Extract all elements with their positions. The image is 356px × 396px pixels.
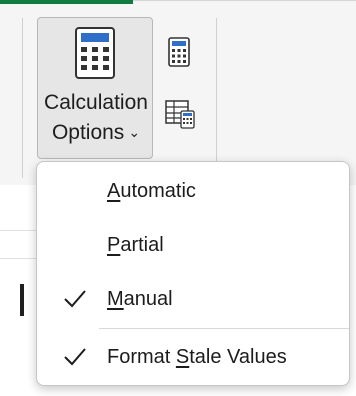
- calculation-options-label-text: Options: [51, 121, 125, 144]
- menu-item-label: Manual: [107, 288, 173, 310]
- text-cursor: [20, 284, 24, 316]
- calculation-options-menu: Automatic Partial Manual Format Stale Va…: [36, 161, 350, 386]
- access-key: A: [107, 180, 121, 202]
- calculation-options-button[interactable]: Calculation Options ⌄: [37, 17, 153, 159]
- active-tab-indicator: [0, 0, 133, 4]
- ribbon-top-border: [133, 0, 356, 1]
- menu-item-label: Format Stale Values: [107, 346, 287, 368]
- menu-separator: [99, 328, 349, 329]
- menu-item-partial[interactable]: Partial: [37, 225, 349, 265]
- ribbon-separator: [22, 18, 23, 178]
- grid-line: [0, 230, 36, 231]
- menu-item-label: Automatic: [107, 180, 196, 202]
- access-key: S: [175, 346, 190, 368]
- access-key: M: [107, 288, 124, 310]
- menu-item-label: Partial: [107, 234, 164, 256]
- calculator-small-icon: [168, 37, 190, 67]
- grid-line: [0, 258, 36, 259]
- calculation-options-label-line2: Options ⌄: [38, 118, 154, 147]
- menu-item-automatic[interactable]: Automatic: [37, 171, 349, 211]
- chevron-down-icon: ⌄: [128, 124, 141, 140]
- calculation-options-label-line1: Calculation: [44, 91, 148, 114]
- sheet-calculator-icon: [165, 100, 195, 129]
- checkmark-icon: [64, 290, 86, 308]
- calculate-sheet-button[interactable]: [164, 97, 195, 131]
- calculator-icon: [75, 27, 115, 79]
- calculate-now-button[interactable]: [164, 36, 194, 70]
- checkmark-icon: [64, 348, 86, 366]
- menu-item-manual[interactable]: Manual: [37, 279, 349, 319]
- ribbon-separator: [216, 18, 217, 178]
- menu-item-format-stale-values[interactable]: Format Stale Values: [37, 337, 349, 377]
- access-key: P: [107, 234, 121, 256]
